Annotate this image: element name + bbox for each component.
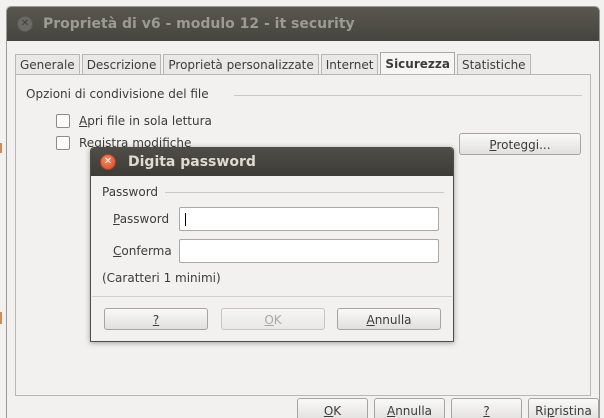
readonly-option[interactable]: Apri file in sola lettura [56,114,212,128]
ok-button[interactable]: OK [297,398,368,418]
background-edge-mark [0,143,2,153]
dialog-divider [92,296,452,297]
password-group-title: Password [102,185,159,199]
dialog-help-button[interactable]: ? [104,308,208,330]
tab-descrizione[interactable]: Descrizione [81,54,162,75]
close-icon[interactable]: ✕ [17,16,33,32]
dialog-titlebar: ✕ Digita password [91,148,453,176]
group-divider [165,192,444,193]
protect-button[interactable]: Proteggi... [459,133,581,155]
confirm-label: Conferma [113,244,172,258]
password-label: Password [113,212,170,226]
password-dialog: ✕ Digita password Password Password Conf… [90,147,454,342]
tab-generale[interactable]: Generale [15,54,80,75]
text-cursor [185,213,186,226]
readonly-label: Apri file in sola lettura [79,114,212,128]
reset-button[interactable]: Ripristina [528,398,599,418]
help-button[interactable]: ? [451,398,522,418]
window-titlebar: ✕ Proprietà di v6 - modulo 12 - it secur… [7,7,599,41]
tab-statistiche[interactable]: Statistiche [456,54,531,75]
password-input[interactable] [179,207,439,231]
dialog-cancel-button[interactable]: Annulla [337,308,441,330]
sharing-group-title: Opzioni di condivisione del file [26,87,209,101]
dialog-title: Digita password [128,154,256,170]
record-changes-checkbox[interactable] [56,136,70,150]
window-title: Proprietà di v6 - modulo 12 - it securit… [43,16,355,32]
close-icon[interactable]: ✕ [100,154,116,170]
group-divider [234,95,582,96]
tab-bar: Generale Descrizione Proprietà personali… [15,52,533,75]
tab-sicurezza[interactable]: Sicurezza [380,52,455,75]
confirm-input[interactable] [179,239,439,263]
min-chars-hint: (Caratteri 1 minimi) [102,271,221,285]
tab-proprieta-personalizzate[interactable]: Proprietà personalizzate [163,54,319,75]
cancel-button[interactable]: Annulla [374,398,445,418]
dialog-ok-button[interactable]: OK [221,308,325,330]
background-edge-mark [0,312,2,324]
tab-internet[interactable]: Internet [320,54,379,75]
readonly-checkbox[interactable] [56,114,70,128]
